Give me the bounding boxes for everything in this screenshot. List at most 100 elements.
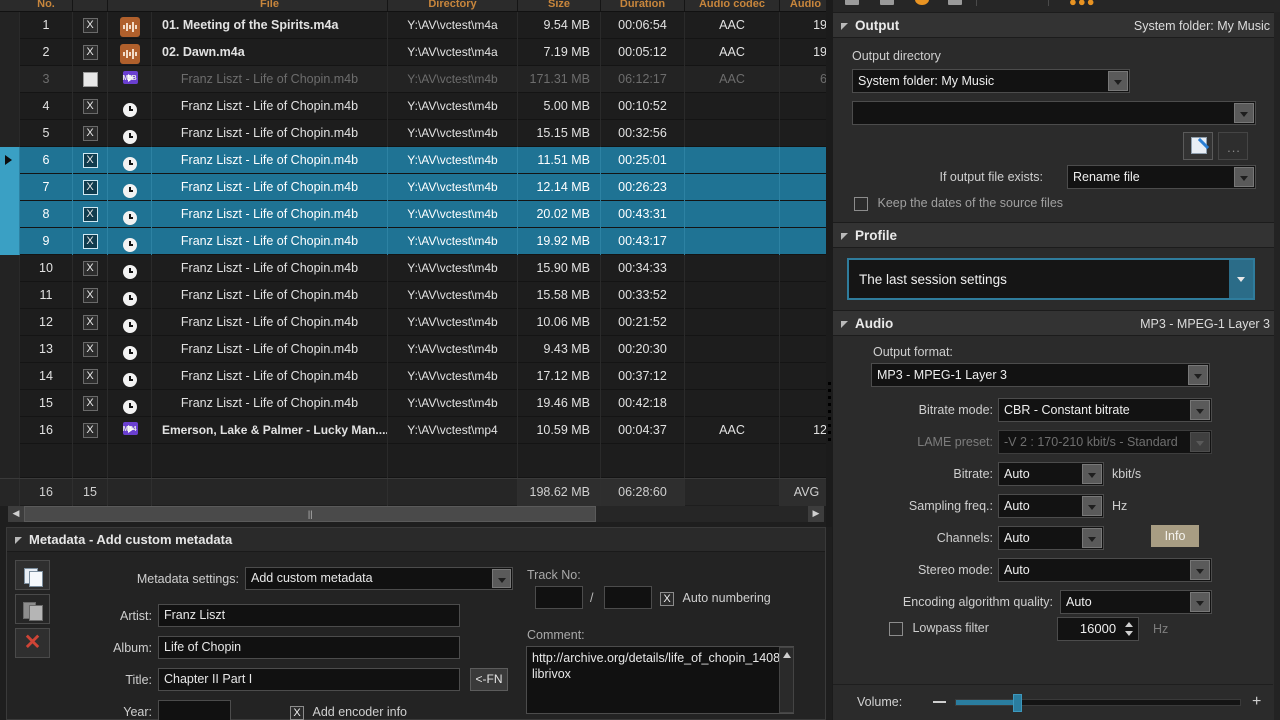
output-collapse-icon[interactable] xyxy=(841,23,848,30)
output-directory-select[interactable]: System folder: My Music xyxy=(852,69,1130,93)
tools-icon[interactable] xyxy=(946,0,964,8)
column-header-duration[interactable]: Duration xyxy=(601,0,685,11)
settings-icon[interactable] xyxy=(913,0,931,8)
table-row[interactable]: 13 X Franz Liszt - Life of Chopin.m4b Y:\AV… xyxy=(0,336,832,363)
volume-decrease-button[interactable] xyxy=(933,701,946,703)
auto-numbering-row[interactable]: X Auto numbering xyxy=(660,591,771,606)
row-checkbox[interactable]: X xyxy=(82,126,98,142)
table-row[interactable]: 4 X Franz Liszt - Life of Chopin.m4b Y:\AV\… xyxy=(0,93,832,120)
audio-section-header[interactable]: Audio MP3 - MPEG-1 Layer 3 xyxy=(833,310,1280,336)
chevron-down-icon[interactable] xyxy=(1190,560,1210,580)
row-checkbox[interactable]: X xyxy=(82,288,98,304)
column-header-audio-bitrate[interactable]: Audio bitrate xyxy=(780,0,832,11)
table-row[interactable]: 2 X 02. Dawn.m4a Y:\AV\vctest\m4a 7.19 MB 00:… xyxy=(0,39,832,66)
row-checkbox-cell[interactable]: X xyxy=(73,336,108,363)
row-checkbox[interactable]: X xyxy=(82,72,98,88)
chevron-down-icon[interactable] xyxy=(1188,365,1208,385)
save-icon[interactable] xyxy=(878,0,896,8)
table-row[interactable]: 3X M4B Franz Liszt - Life of Chopin.m4bY:\… xyxy=(0,66,832,93)
row-checkbox[interactable]: X xyxy=(82,234,98,250)
column-header-directory[interactable]: Directory xyxy=(388,0,518,11)
pane-splitter[interactable] xyxy=(826,0,833,527)
row-checkbox-cell[interactable]: X xyxy=(73,255,108,282)
table-row[interactable]: 12 X Franz Liszt - Life of Chopin.m4b Y:\AV… xyxy=(0,309,832,336)
table-row[interactable]: 7 X Franz Liszt - Life of Chopin.m4b Y:\AV\… xyxy=(0,174,832,201)
more-options-icon[interactable]: ●●● xyxy=(1069,0,1096,9)
add-encoder-info-checkbox[interactable]: X xyxy=(290,705,304,720)
lowpass-filter-value-spinner[interactable]: 16000 xyxy=(1057,617,1139,641)
artist-field[interactable]: Franz Liszt xyxy=(158,604,460,627)
output-section-header[interactable]: Output System folder: My Music xyxy=(833,12,1280,38)
if-output-exists-select[interactable]: Rename file xyxy=(1067,165,1256,189)
row-checkbox-cell[interactable]: X xyxy=(73,12,108,39)
add-encoder-info-row[interactable]: X Add encoder info xyxy=(290,705,407,720)
horizontal-scrollbar[interactable]: ◀ ▶ xyxy=(8,506,824,522)
lowpass-filter-row[interactable]: Lowpass filter xyxy=(889,621,989,636)
metadata-settings-select[interactable]: Add custom metadata xyxy=(245,567,513,590)
output-format-select[interactable]: MP3 - MPEG-1 Layer 3 xyxy=(871,363,1210,387)
track-no-field[interactable] xyxy=(535,586,583,609)
chevron-down-icon[interactable] xyxy=(1234,103,1254,123)
year-field[interactable] xyxy=(158,700,231,720)
row-checkbox-cell[interactable]: X xyxy=(73,201,108,228)
profile-collapse-icon[interactable] xyxy=(841,233,848,240)
volume-slider-track[interactable] xyxy=(955,699,1241,706)
clear-metadata-button[interactable]: ✕ xyxy=(15,628,50,658)
chevron-down-icon[interactable] xyxy=(1082,528,1102,548)
channels-select[interactable]: Auto xyxy=(998,526,1104,550)
row-checkbox-cell[interactable]: X xyxy=(73,147,108,174)
track-total-field[interactable] xyxy=(604,586,652,609)
table-header[interactable]: No. File Directory Size Duration Audio c… xyxy=(0,0,832,12)
volume-increase-button[interactable]: + xyxy=(1252,694,1261,710)
table-row[interactable]: 10 X Franz Liszt - Life of Chopin.m4b Y:\AV… xyxy=(0,255,832,282)
table-row[interactable]: 11 X Franz Liszt - Life of Chopin.m4b Y:\AV… xyxy=(0,282,832,309)
row-checkbox-cell[interactable]: X xyxy=(73,363,108,390)
copy-metadata-button[interactable] xyxy=(15,560,50,590)
bitrate-select[interactable]: Auto xyxy=(998,462,1104,486)
edit-output-pattern-button[interactable] xyxy=(1183,132,1213,160)
column-header-file[interactable]: File xyxy=(152,0,388,11)
encoding-quality-select[interactable]: Auto xyxy=(1060,590,1212,614)
comment-field[interactable]: http://archive.org/details/life_of_chopi… xyxy=(526,646,794,714)
row-checkbox-cell[interactable]: X xyxy=(73,417,108,444)
keep-dates-row[interactable]: Keep the dates of the source files xyxy=(854,196,1063,211)
row-checkbox-cell[interactable]: X xyxy=(73,282,108,309)
profile-section-header[interactable]: Profile xyxy=(833,222,1280,248)
browse-output-button[interactable]: ... xyxy=(1218,132,1248,160)
row-checkbox[interactable]: X xyxy=(82,423,98,439)
row-checkbox[interactable]: X xyxy=(82,18,98,34)
profile-dropdown-icon[interactable] xyxy=(1229,260,1253,298)
row-checkbox[interactable]: X xyxy=(82,342,98,358)
row-checkbox[interactable]: X xyxy=(82,207,98,223)
bitrate-mode-select[interactable]: CBR - Constant bitrate xyxy=(998,398,1212,422)
row-checkbox[interactable]: X xyxy=(82,153,98,169)
scrollbar-track[interactable] xyxy=(24,506,808,522)
table-row[interactable]: 16 X MP4 Emerson, Lake & Palmer - Lucky Man… xyxy=(0,417,832,444)
chevron-down-icon[interactable] xyxy=(1190,592,1210,612)
scrollbar-thumb[interactable] xyxy=(24,506,597,522)
table-row[interactable]: 9 X Franz Liszt - Life of Chopin.m4b Y:\AV\… xyxy=(0,228,832,255)
toolbar[interactable]: ●●● xyxy=(833,0,1280,12)
column-header-no[interactable]: No. xyxy=(20,0,73,11)
row-checkbox[interactable]: X xyxy=(82,45,98,61)
comment-scrollbar[interactable] xyxy=(779,647,794,713)
row-checkbox[interactable]: X xyxy=(82,180,98,196)
row-checkbox-cell[interactable]: X xyxy=(73,39,108,66)
table-row[interactable]: 15 X Franz Liszt - Life of Chopin.m4b Y:\AV… xyxy=(0,390,832,417)
paste-metadata-button[interactable] xyxy=(15,594,50,624)
file-table[interactable]: 1 X 01. Meeting of the Spirits.m4a Y:\AV\vc… xyxy=(0,12,832,478)
spinner-arrows-icon[interactable] xyxy=(1123,620,1135,638)
table-row[interactable]: 1 X 01. Meeting of the Spirits.m4a Y:\AV\vc… xyxy=(0,12,832,39)
column-header-size[interactable]: Size xyxy=(518,0,601,11)
table-empty-area[interactable] xyxy=(0,444,832,478)
row-checkbox-cell[interactable]: X xyxy=(73,93,108,120)
volume-slider-thumb[interactable] xyxy=(1013,694,1022,712)
profile-select[interactable]: The last session settings xyxy=(847,258,1255,300)
row-checkbox[interactable]: X xyxy=(82,369,98,385)
audio-collapse-icon[interactable] xyxy=(841,321,848,328)
sampling-freq-select[interactable]: Auto xyxy=(998,494,1104,518)
chevron-down-icon[interactable] xyxy=(1108,71,1128,91)
row-checkbox-cell[interactable]: X xyxy=(73,174,108,201)
copy-filename-to-title-button[interactable]: <-FN xyxy=(470,668,508,691)
stereo-mode-select[interactable]: Auto xyxy=(998,558,1212,582)
